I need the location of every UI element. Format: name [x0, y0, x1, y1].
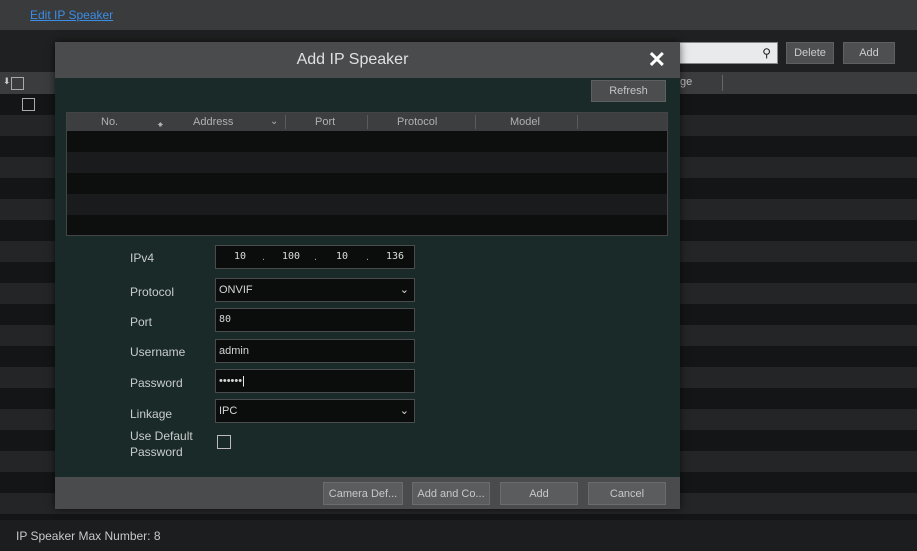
password-field[interactable]: ••••••| [215, 369, 415, 393]
column-header-protocol[interactable]: Protocol [397, 116, 437, 128]
devices-table-header: No. 🠹 Address ⌄ Port Protocol Model [67, 113, 667, 131]
use-default-password-checkbox[interactable] [217, 435, 231, 449]
dialog-footer: Camera Def... Add and Co... Add Cancel [55, 477, 680, 509]
ipv4-dot: . [262, 251, 266, 263]
ipv4-dot: . [314, 251, 318, 263]
ipv4-octet-2[interactable]: 100 [282, 246, 300, 268]
password-label: Password [130, 376, 183, 390]
delete-button[interactable]: Delete [786, 42, 834, 64]
column-divider [285, 115, 286, 129]
table-row [67, 215, 667, 236]
status-footer: IP Speaker Max Number: 8 [0, 520, 917, 551]
top-bar: Edit IP Speaker [0, 0, 917, 30]
protocol-select[interactable]: ONVIF ⌄ [215, 278, 415, 302]
column-header-linkage[interactable]: ge [680, 76, 692, 88]
table-row [67, 173, 667, 194]
column-divider [367, 115, 368, 129]
add-ip-speaker-dialog: Add IP Speaker ✕ Refresh No. 🠹 Address ⌄… [55, 42, 680, 509]
column-divider [722, 75, 723, 91]
linkage-label: Linkage [130, 407, 173, 421]
port-field[interactable]: 80 [215, 308, 415, 332]
linkage-select[interactable]: IPC ⌄ [215, 399, 415, 423]
password-value: •••••• [219, 375, 243, 387]
discovered-devices-table: No. 🠹 Address ⌄ Port Protocol Model [66, 112, 668, 236]
username-label: Username [130, 345, 186, 359]
dialog-add-button[interactable]: Add [500, 482, 578, 505]
chevron-down-icon[interactable]: ⌄ [270, 116, 278, 127]
chevron-down-icon: ⌄ [399, 405, 409, 417]
column-divider [577, 115, 578, 129]
username-field[interactable]: admin [215, 339, 415, 363]
select-all-checkbox[interactable] [11, 77, 24, 90]
dialog-title-bar[interactable]: Add IP Speaker ✕ [55, 42, 680, 78]
column-header-address[interactable]: Address [193, 116, 233, 128]
search-icon[interactable]: ⚲ [762, 46, 771, 60]
search-input[interactable]: ⚲ [678, 42, 778, 64]
add-button[interactable]: Add [843, 42, 895, 64]
linkage-value: IPC [219, 405, 238, 417]
column-header-model[interactable]: Model [510, 116, 540, 128]
ipv4-octet-1[interactable]: 10 [234, 246, 246, 268]
use-default-password-label-line1: Use Default [130, 429, 193, 443]
port-label: Port [130, 315, 153, 329]
table-row [67, 131, 667, 152]
ipv4-label: IPv4 [130, 251, 155, 265]
row-checkbox[interactable] [22, 98, 35, 111]
dialog-cancel-button[interactable]: Cancel [588, 482, 666, 505]
column-header-no[interactable]: No. [101, 116, 118, 128]
sort-down-icon[interactable]: ⬇ [3, 76, 11, 87]
ipv4-field[interactable]: 10 . 100 . 10 . 136 [215, 245, 415, 269]
edit-ip-speaker-link[interactable]: Edit IP Speaker [30, 8, 113, 22]
max-number-text: IP Speaker Max Number: 8 [16, 529, 161, 543]
column-header-port[interactable]: Port [315, 116, 335, 128]
ipv4-octet-3[interactable]: 10 [336, 246, 348, 268]
camera-default-button[interactable]: Camera Def... [323, 482, 403, 505]
refresh-button[interactable]: Refresh [591, 80, 666, 102]
ipv4-octet-4[interactable]: 136 [386, 246, 404, 268]
protocol-value: ONVIF [219, 284, 253, 296]
dialog-title: Add IP Speaker [296, 51, 409, 68]
text-cursor: | [242, 375, 245, 387]
close-icon[interactable]: ✕ [648, 47, 666, 73]
ipv4-dot: . [366, 251, 370, 263]
use-default-password-label-line2: Password [130, 445, 183, 459]
add-and-continue-button[interactable]: Add and Co... [412, 482, 490, 505]
table-row [67, 152, 667, 173]
table-row [67, 194, 667, 215]
column-divider [475, 115, 476, 129]
protocol-label: Protocol [130, 285, 175, 299]
chevron-down-icon: ⌄ [399, 284, 409, 296]
